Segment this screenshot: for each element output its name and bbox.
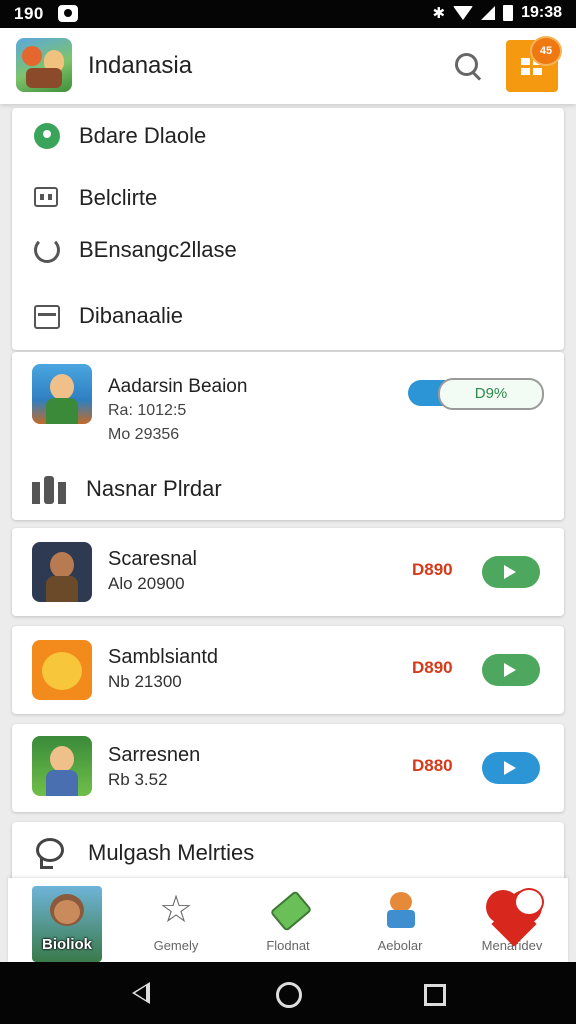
app-title: Indanasia xyxy=(88,52,193,79)
tab-label: Flodnat xyxy=(266,938,310,953)
home-icon[interactable] xyxy=(276,982,302,1008)
menu-item-label: Bdare Dlaole xyxy=(79,123,207,148)
menu-item-label: Belclirte xyxy=(79,185,158,210)
signal-icon xyxy=(481,6,496,20)
game-title: Samblsiantd xyxy=(108,646,219,668)
star-icon: ☆ xyxy=(158,889,194,931)
calculator-icon xyxy=(32,184,62,212)
download-title: Aadarsin Beaion xyxy=(108,376,248,397)
game-price: D880 xyxy=(412,756,453,775)
status-bar: 190 ✱ 19:38 xyxy=(0,0,576,28)
game-price: D890 xyxy=(412,658,453,677)
status-time-right: 19:38 xyxy=(521,4,562,21)
download-line-2: Mo 29356 xyxy=(108,426,180,443)
game-subtitle: Alo 20900 xyxy=(108,574,185,593)
menu-item-3[interactable]: Dibanaalie xyxy=(12,290,564,340)
search-icon[interactable] xyxy=(452,50,484,82)
menu-item-0[interactable]: Bdare Dlaole xyxy=(12,110,564,160)
game-title: Scaresnal xyxy=(108,548,197,570)
tray-icon xyxy=(32,302,62,330)
game-title: Sarresnen xyxy=(108,744,201,766)
location-pin-icon xyxy=(32,122,62,150)
tab-label: Bioliok xyxy=(41,936,92,953)
app-logo[interactable] xyxy=(16,38,72,92)
menu-grid-button[interactable]: 45 xyxy=(506,36,562,92)
status-icons: ✱ 19:38 xyxy=(433,4,563,22)
game-card-1[interactable]: Samblsiantd Nb 21300 D890 xyxy=(12,626,564,714)
menu-item-2[interactable]: BEnsangc2llase xyxy=(12,224,564,274)
heart-chat-icon[interactable] xyxy=(484,884,548,947)
character-icon xyxy=(382,892,418,928)
game-thumbnail xyxy=(32,640,92,700)
tab-label: Gemely xyxy=(153,938,199,953)
download-progress[interactable]: D9% xyxy=(408,378,544,410)
download-card[interactable]: Aadarsin Beaion Ra: 1012:5 Mo 29356 D9% … xyxy=(12,352,564,520)
battery-icon xyxy=(269,890,313,932)
play-button[interactable] xyxy=(482,752,540,784)
game-thumbnail xyxy=(32,542,92,602)
game-thumbnail xyxy=(32,736,92,796)
menu-item-label: Dibanaalie xyxy=(79,303,183,328)
refresh-cycle-icon xyxy=(32,236,62,264)
play-icon xyxy=(504,761,516,775)
tab-flodnat[interactable]: Flodnat xyxy=(232,878,344,962)
menu-item-1[interactable]: Belclirte xyxy=(12,172,564,222)
chat-icon xyxy=(36,838,66,869)
menu-card: Bdare Dlaole Belclirte BEnsangc2llase Di… xyxy=(12,108,564,350)
play-icon xyxy=(504,663,516,677)
game-card-0[interactable]: Scaresnal Alo 20900 D890 xyxy=(12,528,564,616)
bluetooth-icon: ✱ xyxy=(432,5,446,22)
player-label: Nasnar Plrdar xyxy=(86,476,222,501)
game-card-2[interactable]: Sarresnen Rb 3.52 D880 xyxy=(12,724,564,812)
community-card[interactable]: Mulgash Melrties xyxy=(12,822,564,882)
game-price: D890 xyxy=(412,560,453,579)
play-icon xyxy=(504,565,516,579)
player-row[interactable]: Nasnar Plrdar xyxy=(32,472,552,512)
play-button[interactable] xyxy=(482,654,540,686)
wifi-icon xyxy=(453,6,474,20)
game-subtitle: Rb 3.52 xyxy=(108,770,168,789)
game-subtitle: Nb 21300 xyxy=(108,672,182,691)
notification-badge: 45 xyxy=(530,36,562,66)
download-line-1: Ra: 1012:5 xyxy=(108,402,187,419)
community-label: Mulgash Melrties xyxy=(88,840,255,865)
progress-label: D9% xyxy=(438,378,544,410)
battery-status-icon xyxy=(503,5,514,21)
tab-aebolar[interactable]: Aebolar xyxy=(344,878,456,962)
notification-icon xyxy=(58,5,78,22)
app-bar: Indanasia 45 xyxy=(0,28,576,104)
play-button[interactable] xyxy=(482,556,540,588)
tab-label: Aebolar xyxy=(377,938,423,953)
players-icon xyxy=(32,476,68,506)
system-nav-bar xyxy=(0,962,576,1024)
download-game-thumbnail xyxy=(32,364,92,424)
back-icon[interactable] xyxy=(132,982,150,1004)
tab-home[interactable]: Bioliok xyxy=(8,878,120,962)
menu-item-label: BEnsangc2llase xyxy=(79,237,237,262)
recent-apps-icon[interactable] xyxy=(424,984,446,1006)
status-time-left: 190 xyxy=(14,4,44,23)
tab-gemely[interactable]: ☆ Gemely xyxy=(120,878,232,962)
